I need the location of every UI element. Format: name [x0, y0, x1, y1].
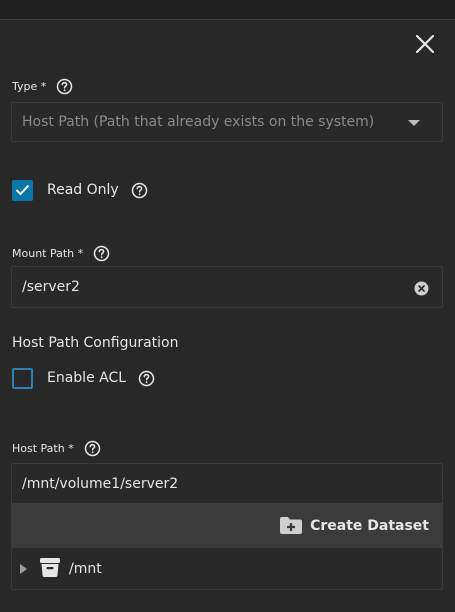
- host-path-label: Host Path *: [12, 441, 74, 455]
- host-path-explorer: /mnt/volume1/server2 Create Dataset /mnt: [11, 463, 443, 590]
- host-path-value: /mnt/volume1/server2: [22, 475, 179, 492]
- help-icon[interactable]: [84, 440, 101, 457]
- mount-path-value: /server2: [22, 279, 80, 295]
- type-label-row: Type *: [12, 76, 73, 96]
- host-path-configuration-title: Host Path Configuration: [12, 335, 179, 351]
- tree-node[interactable]: /mnt: [12, 548, 442, 590]
- help-icon[interactable]: [131, 182, 148, 199]
- create-dataset-button[interactable]: Create Dataset: [279, 516, 429, 535]
- dataset-icon: [39, 556, 61, 582]
- clear-icon[interactable]: [414, 281, 429, 296]
- host-path-label-row: Host Path *: [12, 438, 101, 458]
- close-icon[interactable]: [413, 32, 437, 56]
- top-bar: [0, 0, 455, 20]
- read-only-row[interactable]: Read Only: [12, 178, 148, 202]
- type-select[interactable]: Host Path (Path that already exists on t…: [11, 102, 443, 142]
- enable-acl-checkbox[interactable]: [12, 367, 33, 389]
- chevron-down-icon: [408, 120, 420, 126]
- mount-path-input[interactable]: /server2: [11, 266, 443, 308]
- help-icon[interactable]: [56, 78, 73, 95]
- expand-arrow-icon[interactable]: [20, 564, 27, 574]
- type-label: Type *: [12, 79, 47, 93]
- read-only-checkbox[interactable]: [12, 179, 33, 201]
- tree-node-label: /mnt: [69, 561, 102, 577]
- enable-acl-row[interactable]: Enable ACL: [12, 366, 155, 390]
- folder-plus-icon: [280, 517, 303, 534]
- create-dataset-label: Create Dataset: [310, 517, 429, 534]
- read-only-label: Read Only: [47, 182, 119, 198]
- help-icon[interactable]: [138, 370, 155, 387]
- help-icon[interactable]: [93, 245, 110, 262]
- mount-path-label-row: Mount Path *: [12, 243, 110, 263]
- host-path-input[interactable]: /mnt/volume1/server2: [12, 464, 442, 503]
- mount-path-label: Mount Path *: [12, 246, 84, 260]
- check-icon: [15, 184, 30, 196]
- type-select-value: Host Path (Path that already exists on t…: [22, 114, 375, 130]
- enable-acl-label: Enable ACL: [47, 370, 127, 386]
- explorer-toolbar: Create Dataset: [12, 503, 442, 548]
